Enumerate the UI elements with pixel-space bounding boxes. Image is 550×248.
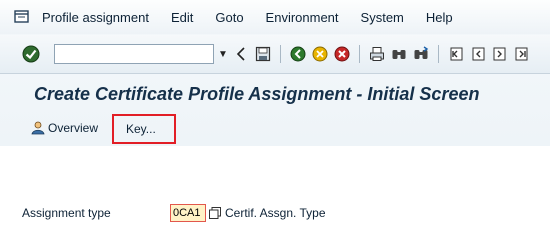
menu-help[interactable]: Help bbox=[426, 10, 453, 25]
assignment-type-description: Certif. Assgn. Type bbox=[225, 206, 326, 220]
back-arrow-icon[interactable] bbox=[232, 45, 250, 63]
overview-button-label: Overview bbox=[48, 121, 99, 135]
back-green-icon[interactable] bbox=[289, 45, 307, 63]
work-area: Assignment type Certif. Assgn. Type bbox=[0, 146, 550, 248]
system-menu-icon[interactable] bbox=[14, 10, 36, 24]
find-icon[interactable] bbox=[390, 45, 408, 63]
exit-yellow-icon[interactable] bbox=[311, 45, 329, 63]
standard-toolbar: ▼ bbox=[0, 35, 550, 74]
print-icon[interactable] bbox=[368, 45, 386, 63]
command-history-dropdown-icon[interactable]: ▼ bbox=[216, 44, 230, 64]
menu-system[interactable]: System bbox=[361, 10, 404, 25]
overview-button[interactable]: Overview bbox=[30, 121, 98, 135]
title-bar: Create Certificate Profile Assignment - … bbox=[0, 78, 550, 110]
page-title: Create Certificate Profile Assignment - … bbox=[34, 83, 480, 104]
menu-edit[interactable]: Edit bbox=[171, 10, 193, 25]
key-button-label: Key... bbox=[126, 122, 156, 136]
enter-checkmark-icon[interactable] bbox=[22, 45, 40, 63]
toolbar-separator bbox=[280, 45, 281, 63]
menu-goto[interactable]: Goto bbox=[215, 10, 243, 25]
command-field[interactable] bbox=[54, 44, 214, 64]
assignment-type-input[interactable] bbox=[170, 204, 206, 222]
first-page-icon[interactable] bbox=[447, 45, 465, 63]
menu-profile-assignment[interactable]: Profile assignment bbox=[42, 10, 149, 25]
save-icon[interactable] bbox=[254, 45, 272, 63]
toolbar-separator bbox=[359, 45, 360, 63]
last-page-icon[interactable] bbox=[513, 45, 531, 63]
cancel-red-icon[interactable] bbox=[333, 45, 351, 63]
key-button[interactable]: Key... bbox=[112, 114, 176, 144]
find-next-icon[interactable] bbox=[412, 45, 430, 63]
previous-page-icon[interactable] bbox=[469, 45, 487, 63]
menu-environment[interactable]: Environment bbox=[266, 10, 339, 25]
toolbar-separator bbox=[438, 45, 439, 63]
menu-bar: Profile assignment Edit Goto Environment… bbox=[0, 0, 550, 34]
overview-icon bbox=[30, 121, 46, 135]
value-help-icon[interactable] bbox=[208, 206, 222, 220]
assignment-type-row: Assignment type Certif. Assgn. Type bbox=[0, 202, 550, 224]
application-toolbar: Overview Key... bbox=[0, 112, 550, 144]
assignment-type-label: Assignment type bbox=[22, 206, 111, 220]
sap-window: Profile assignment Edit Goto Environment… bbox=[0, 0, 550, 248]
next-page-icon[interactable] bbox=[491, 45, 509, 63]
